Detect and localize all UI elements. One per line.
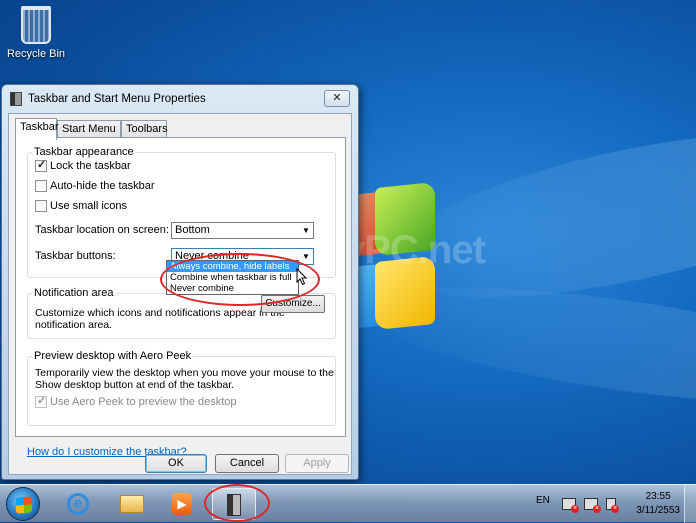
clock-time: 23:55	[645, 491, 671, 502]
close-button[interactable]: ✕	[324, 90, 350, 107]
volume-icon[interactable]: ×	[606, 498, 619, 513]
recycle-bin[interactable]: Recycle Bin	[6, 6, 66, 60]
clock[interactable]: 23:55 3/11/2553	[636, 490, 680, 518]
aero-peek-desc-2: Show desktop button at end of the taskba…	[35, 379, 235, 391]
group-title: Notification area	[32, 287, 116, 299]
network-icon[interactable]: ×	[584, 498, 601, 513]
aero-peek-label[interactable]: Use Aero Peek to preview the desktop	[50, 396, 237, 408]
small-icons-label[interactable]: Use small icons	[50, 200, 127, 212]
notification-desc-2: notification area.	[35, 319, 113, 331]
taskbar-windows-explorer[interactable]	[110, 488, 154, 520]
chevron-down-icon: ▼	[302, 226, 310, 235]
location-value: Bottom	[175, 224, 210, 236]
auto-hide-checkbox[interactable]	[35, 180, 47, 192]
show-desktop-button[interactable]	[684, 485, 696, 523]
cancel-button[interactable]: Cancel	[215, 454, 279, 473]
taskbar-properties-icon	[10, 92, 22, 106]
tab-taskbar[interactable]: Taskbar	[15, 118, 59, 140]
folder-icon	[120, 495, 144, 513]
aero-peek-checkbox[interactable]	[35, 394, 47, 408]
taskbar-buttons-label: Taskbar buttons:	[35, 250, 116, 262]
notification-desc-1: Customize which icons and notifications …	[35, 307, 285, 319]
start-button[interactable]	[6, 487, 40, 521]
small-icons-checkbox[interactable]	[35, 200, 47, 212]
taskbar: e ▶ EN × × × 23:55 3/11/2553	[0, 484, 696, 523]
aero-peek-group: Preview desktop with Aero Peek Temporari…	[27, 350, 336, 426]
location-dropdown[interactable]: Bottom ▼	[171, 222, 314, 239]
internet-explorer-icon: e	[67, 493, 89, 515]
group-title: Taskbar appearance	[32, 146, 136, 158]
error-x-icon: ×	[611, 505, 619, 513]
location-label: Taskbar location on screen:	[35, 224, 169, 236]
clock-date: 3/11/2553	[636, 505, 680, 516]
dialog-title: Taskbar and Start Menu Properties	[28, 93, 206, 105]
dialog-titlebar[interactable]: Taskbar and Start Menu Properties ✕	[2, 85, 358, 113]
recycle-bin-icon	[21, 6, 51, 44]
annotation-circle-taskbar	[204, 484, 270, 522]
apply-button[interactable]: Apply	[285, 454, 349, 473]
error-x-icon: ×	[593, 505, 601, 513]
auto-hide-label[interactable]: Auto-hide the taskbar	[50, 180, 155, 192]
windows-logo-icon	[16, 496, 32, 514]
error-x-icon: ×	[571, 505, 579, 513]
ok-button[interactable]: OK	[145, 454, 207, 473]
action-center-icon[interactable]: ×	[562, 498, 579, 513]
lock-taskbar-label[interactable]: Lock the taskbar	[50, 160, 131, 172]
taskbar-internet-explorer[interactable]: e	[56, 488, 100, 520]
recycle-bin-label: Recycle Bin	[6, 48, 66, 60]
taskbar-media-player[interactable]: ▶	[160, 488, 204, 520]
aero-peek-desc-1: Temporarily view the desktop when you mo…	[35, 367, 334, 379]
lock-taskbar-checkbox[interactable]	[35, 158, 47, 172]
media-player-icon: ▶	[172, 493, 192, 515]
annotation-circle-dropdown	[160, 253, 320, 306]
group-title: Preview desktop with Aero Peek	[32, 350, 194, 362]
language-indicator[interactable]: EN	[536, 495, 550, 506]
